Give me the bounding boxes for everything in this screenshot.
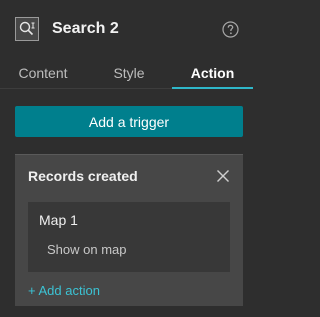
tab-style[interactable]: Style [86,58,172,88]
active-tab-indicator [172,87,253,89]
close-icon[interactable] [216,169,230,183]
help-circle-icon[interactable] [222,21,239,38]
action-card[interactable]: Map 1 Show on map [28,202,230,272]
tab-action[interactable]: Action [172,58,253,88]
trigger-panel: Records created Map 1 Show on map + Add … [15,154,243,306]
action-target: Map 1 [39,212,78,228]
settings-tabs: Content Style Action [0,58,253,89]
action-item[interactable]: Show on map [47,242,127,257]
tab-content[interactable]: Content [0,58,86,88]
search-widget-icon [15,17,39,41]
panel-header: Search 2 [0,0,253,58]
widget-title: Search 2 [52,20,119,37]
add-trigger-button[interactable]: Add a trigger [15,106,243,137]
add-action-link[interactable]: + Add action [28,283,100,298]
trigger-title: Records created [28,168,138,184]
